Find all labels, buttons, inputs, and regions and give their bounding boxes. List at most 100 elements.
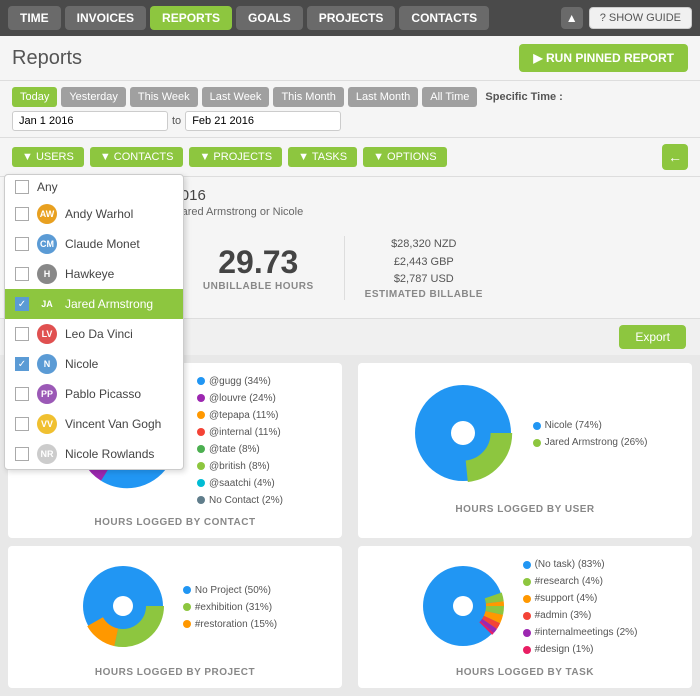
bottom-left-chart-area: No Project (50%) #exhibition (31%) #rest… bbox=[18, 556, 332, 659]
dropdown-vincent-label: Vincent Van Gogh bbox=[65, 417, 161, 431]
users-label: Jared Armstrong or Nicole bbox=[176, 206, 303, 218]
from-date-input[interactable] bbox=[12, 111, 168, 131]
dropdown-vincent[interactable]: VV Vincent Van Gogh bbox=[5, 409, 183, 439]
back-btn[interactable]: ← bbox=[662, 144, 688, 170]
dropdown-any-label: Any bbox=[37, 180, 58, 194]
right-chart-area: Nicole (74%) Jared Armstrong (26%) bbox=[368, 373, 682, 496]
jared-checkbox[interactable] bbox=[15, 297, 29, 311]
nicoleR-avatar: NR bbox=[37, 444, 57, 464]
dropdown-andy-label: Andy Warhol bbox=[65, 207, 133, 221]
bottom-right-title: HOURS LOGGED BY TASK bbox=[368, 667, 682, 678]
leo-avatar: LV bbox=[37, 324, 57, 344]
bottom-left-title: HOURS LOGGED BY PROJECT bbox=[18, 667, 332, 678]
dropdown-nicole[interactable]: N Nicole bbox=[5, 349, 183, 379]
reports-title: Reports bbox=[12, 47, 82, 70]
dropdown-jared[interactable]: JA Jared Armstrong bbox=[5, 289, 183, 319]
right-chart-legend: Nicole (74%) Jared Armstrong (26%) bbox=[533, 417, 648, 451]
legend-no-contact: No Contact (2%) bbox=[197, 492, 283, 509]
legend-dot-nicole bbox=[533, 422, 541, 430]
any-checkbox[interactable] bbox=[15, 180, 29, 194]
leo-checkbox[interactable] bbox=[15, 327, 29, 341]
bottom-left-chart: No Project (50%) #exhibition (31%) #rest… bbox=[8, 546, 342, 688]
filter-last-month[interactable]: Last Month bbox=[348, 87, 418, 107]
bottom-left-legend: No Project (50%) #exhibition (31%) #rest… bbox=[183, 582, 277, 633]
hawkeye-checkbox[interactable] bbox=[15, 267, 29, 281]
nav-goals[interactable]: GOALS bbox=[236, 6, 303, 30]
filter-contacts-btn[interactable]: ▼ CONTACTS bbox=[90, 147, 184, 167]
time-filter-bar: Today Yesterday This Week Last Week This… bbox=[0, 81, 700, 138]
bottom-right-pie bbox=[413, 556, 513, 659]
estimated-usd: $2,787 USD bbox=[365, 271, 483, 289]
pablo-checkbox[interactable] bbox=[15, 387, 29, 401]
reports-header: Reports ▶ RUN PINNED REPORT bbox=[0, 36, 700, 81]
dropdown-hawkeye[interactable]: H Hawkeye bbox=[5, 259, 183, 289]
legend-admin: #admin (3%) bbox=[523, 607, 638, 624]
dropdown-hawkeye-label: Hawkeye bbox=[65, 267, 114, 281]
unbillable-hours-value: 29.73 bbox=[203, 244, 314, 281]
dropdown-nicole-label: Nicole bbox=[65, 357, 98, 371]
legend-dot-saatchi bbox=[197, 479, 205, 487]
legend-jared: Jared Armstrong (26%) bbox=[533, 434, 648, 451]
legend-dot-tate bbox=[197, 445, 205, 453]
legend-research: #research (4%) bbox=[523, 573, 638, 590]
unbillable-hours-label: UNBILLABLE HOURS bbox=[203, 281, 314, 292]
right-pie bbox=[403, 373, 523, 496]
filter-projects-btn[interactable]: ▼ PROJECTS bbox=[189, 147, 282, 167]
right-chart-panel: Nicole (74%) Jared Armstrong (26%) HOURS… bbox=[358, 363, 692, 538]
legend-saatchi: @saatchi (4%) bbox=[197, 475, 283, 492]
filter-users-btn[interactable]: ▼ USERS bbox=[12, 147, 84, 167]
nicole-checkbox[interactable] bbox=[15, 357, 29, 371]
legend-dot-jared bbox=[533, 439, 541, 447]
legend-louvre: @louvre (24%) bbox=[197, 390, 283, 407]
legend-internalmeetings: #internalmeetings (2%) bbox=[523, 624, 638, 641]
dropdown-jared-label: Jared Armstrong bbox=[65, 297, 153, 311]
filter-last-week[interactable]: Last Week bbox=[202, 87, 270, 107]
nav-time[interactable]: TIME bbox=[8, 6, 61, 30]
to-date-input[interactable] bbox=[185, 111, 341, 131]
dropdown-leo[interactable]: LV Leo Da Vinci bbox=[5, 319, 183, 349]
run-pinned-btn[interactable]: ▶ RUN PINNED REPORT bbox=[519, 44, 688, 72]
dropdown-any[interactable]: Any bbox=[5, 175, 183, 199]
nav-projects[interactable]: PROJECTS bbox=[307, 6, 396, 30]
legend-internal: @internal (11%) bbox=[197, 424, 283, 441]
dropdown-nicole-r[interactable]: NR Nicole Rowlands bbox=[5, 439, 183, 469]
dropdown-claude[interactable]: CM Claude Monet bbox=[5, 229, 183, 259]
legend-gugg: @gugg (34%) bbox=[197, 373, 283, 390]
bottom-right-chart-area: (No task) (83%) #research (4%) #support … bbox=[368, 556, 682, 659]
filter-yesterday[interactable]: Yesterday bbox=[61, 87, 126, 107]
dropdown-leo-label: Leo Da Vinci bbox=[65, 327, 133, 341]
bottom-left-pie bbox=[73, 556, 173, 659]
filter-tags-bar: ▼ USERS ▼ CONTACTS ▼ PROJECTS ▼ TASKS ▼ … bbox=[0, 138, 700, 177]
legend-dot-british bbox=[197, 462, 205, 470]
claude-checkbox[interactable] bbox=[15, 237, 29, 251]
filter-all-time[interactable]: All Time bbox=[422, 87, 477, 107]
estimated-values: $28,320 NZD £2,443 GBP $2,787 USD bbox=[365, 236, 483, 289]
nav-collapse-btn[interactable]: ▲ bbox=[561, 7, 583, 29]
estimated-nzd: $28,320 NZD bbox=[365, 236, 483, 254]
filter-this-month[interactable]: This Month bbox=[273, 87, 343, 107]
legend-nicole: Nicole (74%) bbox=[533, 417, 648, 434]
legend-restoration: #restoration (15%) bbox=[183, 616, 277, 633]
filter-tasks-btn[interactable]: ▼ TASKS bbox=[288, 147, 357, 167]
left-chart-title: HOURS LOGGED BY CONTACT bbox=[18, 517, 332, 528]
jared-avatar: JA bbox=[37, 294, 57, 314]
legend-british: @british (8%) bbox=[197, 458, 283, 475]
filter-today[interactable]: Today bbox=[12, 87, 57, 107]
dropdown-claude-label: Claude Monet bbox=[65, 237, 140, 251]
filter-this-week[interactable]: This Week bbox=[130, 87, 198, 107]
nicoleR-checkbox[interactable] bbox=[15, 447, 29, 461]
estimated-gbp: £2,443 GBP bbox=[365, 254, 483, 272]
export-btn[interactable]: Export bbox=[619, 325, 686, 349]
vincent-checkbox[interactable] bbox=[15, 417, 29, 431]
legend-tate: @tate (8%) bbox=[197, 441, 283, 458]
dropdown-andy[interactable]: AW Andy Warhol bbox=[5, 199, 183, 229]
show-guide-btn[interactable]: ? SHOW GUIDE bbox=[589, 7, 692, 29]
dropdown-pablo[interactable]: PP Pablo Picasso bbox=[5, 379, 183, 409]
filter-options-btn[interactable]: ▼ OPTIONS bbox=[363, 147, 446, 167]
nav-reports[interactable]: REPORTS bbox=[150, 6, 232, 30]
legend-tepapa: @tepapa (11%) bbox=[197, 407, 283, 424]
claude-avatar: CM bbox=[37, 234, 57, 254]
nav-contacts[interactable]: CONTACTS bbox=[399, 6, 489, 30]
andy-checkbox[interactable] bbox=[15, 207, 29, 221]
nav-invoices[interactable]: INVOICES bbox=[65, 6, 146, 30]
